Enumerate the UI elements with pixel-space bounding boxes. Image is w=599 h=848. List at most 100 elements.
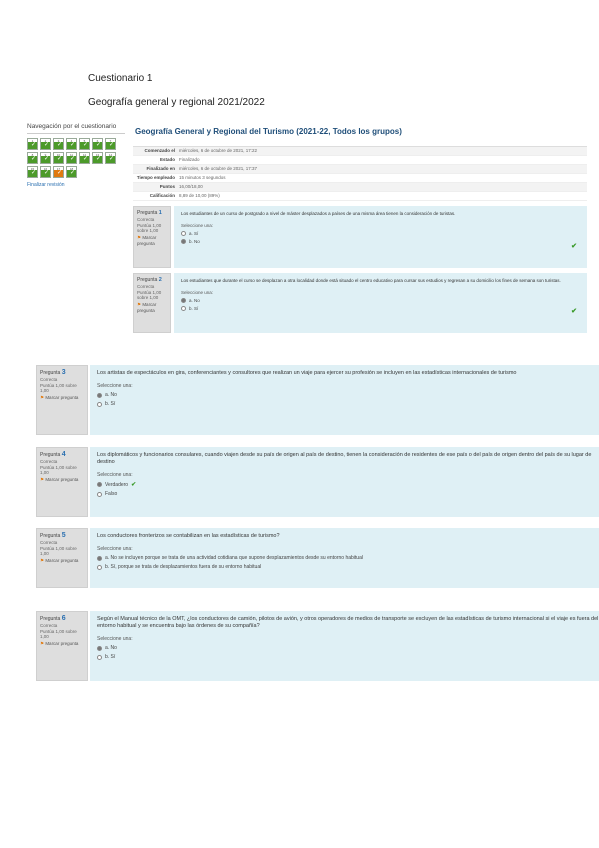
question-state: Correcta: [40, 377, 58, 382]
question-mark: Puntúa 1,00 sobre 1,00: [137, 290, 162, 300]
question-mark: Puntúa 1,00 sobre 1,00: [40, 546, 77, 556]
answer-option[interactable]: Verdadero ✔: [97, 481, 599, 488]
question-prefix: Pregunta: [137, 277, 158, 283]
question-info: Pregunta 5 Correcta Puntúa 1,00 sobre 1,00…: [36, 528, 88, 588]
question-mark: Puntúa 1,00 sobre 1,00: [40, 629, 77, 639]
question-number: 1: [158, 210, 162, 216]
radio-icon[interactable]: [97, 392, 102, 398]
question-info: Pregunta 3 Correcta Puntúa 1,00 sobre 1,00…: [36, 365, 88, 435]
summary-row: Finalizado en miércoles, 6 de octubre de …: [133, 165, 587, 174]
flag-icon: ⚑: [40, 558, 45, 563]
question-prefix: Pregunta: [40, 452, 61, 458]
question-prefix: Pregunta: [137, 210, 158, 216]
summary-row: Comenzado el miércoles, 6 de octubre de 2…: [133, 147, 587, 156]
nav-cell-13[interactable]: 13: [92, 152, 103, 164]
nav-cell-state: [106, 141, 115, 149]
nav-cell-7[interactable]: 7: [105, 138, 116, 150]
nav-cell-state: [67, 169, 76, 177]
answer-option[interactable]: b. Sí, porque se trata de desplazamiento…: [97, 564, 599, 570]
answer-option[interactable]: a. No: [97, 392, 599, 398]
answer-option[interactable]: Falso: [97, 491, 599, 497]
nav-cell-5[interactable]: 5: [79, 138, 90, 150]
flag-icon: ⚑: [137, 235, 142, 240]
answer-prompt: Seleccione una:: [181, 223, 214, 228]
nav-cell-state: [41, 141, 50, 149]
correct-check-icon: ✔: [131, 482, 137, 488]
nav-cell-state: [54, 155, 63, 163]
question-content: Los estudiantes que durante el curso se …: [174, 273, 587, 333]
radio-icon[interactable]: [97, 645, 102, 651]
summary-row: Estado Finalizado: [133, 156, 587, 165]
nav-cell-8[interactable]: 8: [27, 152, 38, 164]
radio-icon[interactable]: [181, 298, 186, 303]
radio-icon[interactable]: [181, 239, 186, 244]
nav-cell-state: [41, 155, 50, 163]
question-mark: Puntúa 1,00 sobre 1,00: [40, 465, 77, 475]
radio-icon[interactable]: [181, 306, 186, 311]
radio-icon[interactable]: [97, 654, 102, 660]
finish-review-link[interactable]: Finalizar revisión: [27, 182, 125, 188]
answer-prompt: Seleccione una:: [97, 636, 133, 642]
radio-icon[interactable]: [97, 491, 102, 497]
answer-option[interactable]: b. Sí: [97, 401, 599, 407]
flag-question-button[interactable]: ⚑ Marcar pregunta: [40, 641, 84, 647]
question-label: Pregunta 5: [40, 532, 84, 539]
nav-cell-12[interactable]: 12: [79, 152, 90, 164]
answer-option[interactable]: a. No: [181, 298, 580, 303]
radio-icon[interactable]: [97, 555, 102, 561]
nav-cell-4[interactable]: 4: [66, 138, 77, 150]
nav-cell-state: [93, 155, 102, 163]
answer-option-label: Verdadero: [105, 481, 129, 488]
answer-option[interactable]: b. No: [181, 239, 580, 244]
radio-icon[interactable]: [97, 564, 102, 570]
answer-option[interactable]: b. Sí: [181, 306, 580, 311]
question-label: Pregunta 2: [137, 277, 167, 283]
nav-cell-2[interactable]: 2: [40, 138, 51, 150]
nav-cell-10[interactable]: 10: [53, 152, 64, 164]
flag-icon: ⚑: [40, 641, 45, 646]
radio-icon[interactable]: [97, 401, 102, 407]
question-content: Según el Manual técnico de la OMT, ¿los …: [90, 611, 599, 681]
radio-icon[interactable]: [181, 231, 186, 236]
nav-cell-9[interactable]: 9: [40, 152, 51, 164]
question-number: 5: [61, 532, 66, 539]
question-prefix: Pregunta: [40, 616, 61, 622]
answer-option-label: b. Sí: [189, 306, 199, 311]
question-mark: Puntúa 1,00 sobre 1,00: [40, 383, 77, 393]
nav-grid: 123456789101112131415161718: [27, 138, 123, 178]
answer-option[interactable]: a. No se incluyen porque se trata de una…: [97, 555, 599, 561]
flag-question-button[interactable]: ⚑ Marcar pregunta: [40, 395, 84, 401]
nav-cell-17[interactable]: 17: [53, 166, 64, 178]
question-info: Pregunta 2 Correcta Puntúa 1,00 sobre 1,00…: [133, 273, 171, 333]
radio-icon[interactable]: [97, 482, 102, 487]
nav-cell-14[interactable]: 14: [105, 152, 116, 164]
flag-question-button[interactable]: ⚑ Marcar pregunta: [137, 302, 167, 313]
answer-option-label: Falso: [105, 491, 118, 497]
answer-option-label: b. Sí: [105, 401, 116, 407]
nav-cell-6[interactable]: 6: [92, 138, 103, 150]
flag-question-button[interactable]: ⚑ Marcar pregunta: [137, 235, 167, 246]
question-text: Los diplomáticos y funcionarios consular…: [97, 452, 592, 465]
nav-cell-11[interactable]: 11: [66, 152, 77, 164]
course-title: Geografía General y Regional del Turismo…: [135, 127, 402, 136]
answer-option[interactable]: a. Sí: [181, 231, 580, 236]
nav-cell-15[interactable]: 15: [27, 166, 38, 178]
summary-value: miércoles, 6 de octubre de 2021, 17:37: [179, 166, 258, 171]
flag-question-button[interactable]: ⚑ Marcar pregunta: [40, 477, 84, 483]
nav-cell-1[interactable]: 1: [27, 138, 38, 150]
flag-question-button[interactable]: ⚑ Marcar pregunta: [40, 558, 84, 564]
nav-cell-state: [80, 155, 89, 163]
answer-option[interactable]: a. No: [97, 645, 599, 651]
nav-cell-state: [28, 141, 37, 149]
flag-label: Marcar pregunta: [45, 395, 79, 400]
answer-option[interactable]: b. Sí: [97, 654, 599, 660]
summary-row: Calificación 8,89 de 10,00 (89%): [133, 192, 587, 201]
nav-cell-16[interactable]: 16: [40, 166, 51, 178]
summary-value: Finalizado: [179, 157, 200, 162]
answer-option-label: a. No se incluyen porque se trata de una…: [105, 555, 363, 561]
question-mark: Puntúa 1,00 sobre 1,00: [137, 223, 162, 233]
nav-cell-3[interactable]: 3: [53, 138, 64, 150]
summary-row: Puntos 16,00/18,00: [133, 183, 587, 192]
question-prefix: Pregunta: [40, 533, 61, 539]
nav-cell-18[interactable]: 18: [66, 166, 77, 178]
